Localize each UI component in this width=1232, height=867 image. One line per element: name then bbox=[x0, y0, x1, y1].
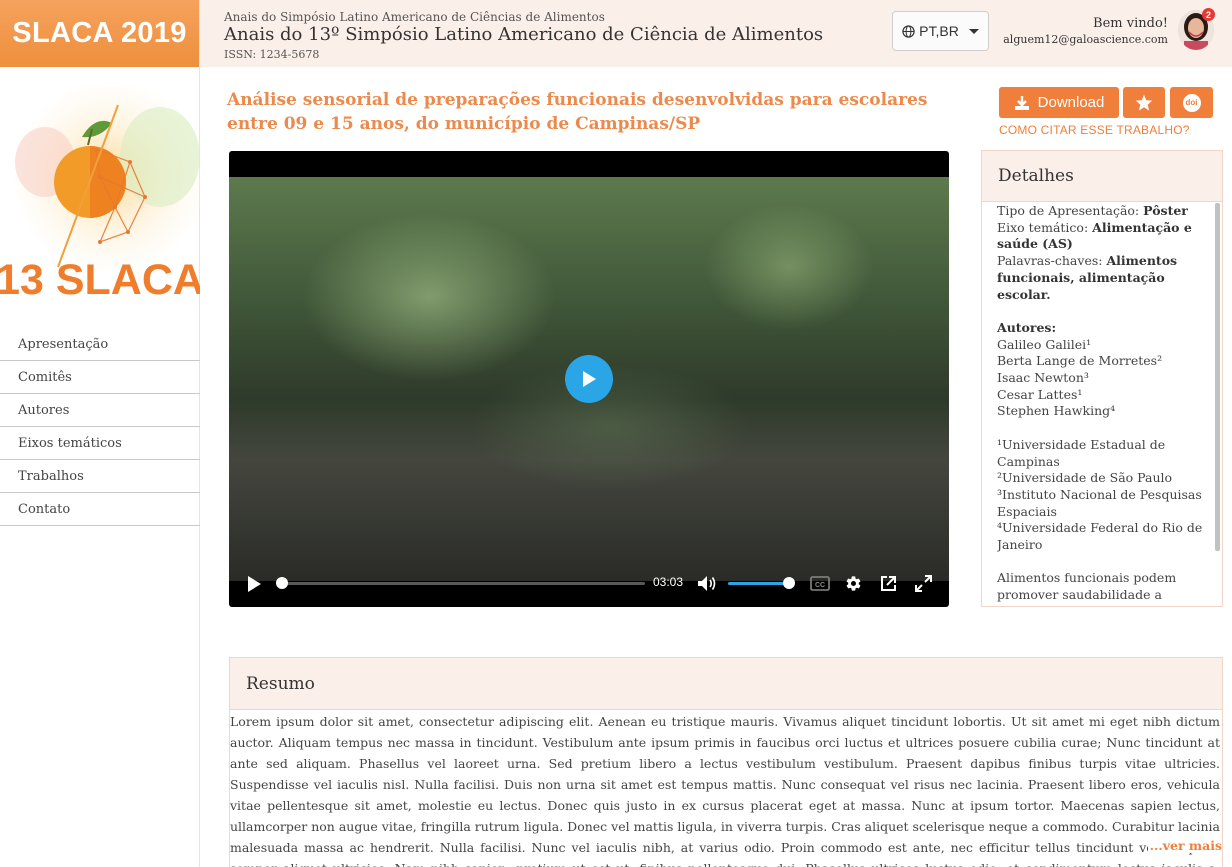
paper-title: Análise sensorial de preparações funcion… bbox=[227, 90, 928, 134]
captions-icon[interactable]: CC bbox=[810, 576, 830, 591]
resumo-panel: Resumo Lorem ipsum dolor sit amet, conse… bbox=[229, 657, 1223, 867]
slaca-logo-graphic: 13 SLACA bbox=[0, 82, 200, 304]
sidebar-item-autores[interactable]: Autores bbox=[0, 394, 200, 427]
brand-title[interactable]: SLACA 2019 bbox=[0, 0, 199, 67]
progress-bar[interactable] bbox=[281, 582, 645, 585]
play-icon[interactable] bbox=[246, 575, 262, 593]
download-label: Download bbox=[1037, 94, 1105, 111]
favorite-button[interactable] bbox=[1123, 87, 1165, 118]
sidebar-item-eixos[interactable]: Eixos temáticos bbox=[0, 427, 200, 460]
presentation-type-label: Tipo de Apresentação: bbox=[997, 203, 1140, 218]
globe-icon bbox=[902, 24, 915, 38]
welcome-text: Bem vindo! bbox=[1093, 16, 1168, 31]
author-item[interactable]: Berta Lange de Morretes² bbox=[997, 353, 1207, 370]
video-player[interactable]: 03:03 CC bbox=[229, 151, 949, 607]
authors-heading: Autores: bbox=[997, 319, 1057, 335]
resumo-title: Resumo bbox=[230, 658, 1222, 710]
keywords-label: Palavras-chaves: bbox=[997, 253, 1103, 269]
issn-label: ISSN: 1234-5678 bbox=[224, 48, 320, 61]
details-panel: Detalhes Tipo de Apresentação: Pôster Ei… bbox=[981, 150, 1223, 607]
sidebar-item-contato[interactable]: Contato bbox=[0, 493, 200, 526]
doi-button[interactable]: doi bbox=[1170, 87, 1213, 118]
details-content: Tipo de Apresentação: Pôster Eixo temáti… bbox=[997, 203, 1207, 606]
progress-handle[interactable] bbox=[276, 577, 288, 589]
chevron-down-icon bbox=[968, 28, 979, 34]
sidebar-item-trabalhos[interactable]: Trabalhos bbox=[0, 460, 200, 493]
cite-link[interactable]: COMO CITAR ESSE TRABALHO? bbox=[999, 123, 1190, 137]
affiliation-item: ¹Universidade Estadual de Campinas bbox=[997, 436, 1166, 469]
author-item[interactable]: Stephen Hawking⁴ bbox=[997, 403, 1207, 420]
time-display: 03:03 bbox=[653, 575, 684, 589]
thematic-axis-label: Eixo temático: bbox=[997, 219, 1089, 235]
read-more-link[interactable]: ...ver mais bbox=[1147, 838, 1222, 853]
fullscreen-icon[interactable] bbox=[915, 575, 932, 592]
download-icon bbox=[1014, 95, 1029, 110]
download-button[interactable]: Download bbox=[999, 87, 1119, 118]
abstract-preview: Alimentos funcionais podem promover saud… bbox=[997, 570, 1177, 606]
notification-badge[interactable]: 2 bbox=[1202, 8, 1215, 21]
sidebar: SLACA 2019 13 SLACA Apresentação Comitês… bbox=[0, 0, 200, 867]
author-item[interactable]: Cesar Lattes¹ bbox=[997, 387, 1207, 404]
author-item[interactable]: Isaac Newton³ bbox=[997, 370, 1207, 387]
page-title: Anais do 13º Simpósio Latino Americano d… bbox=[224, 24, 824, 45]
resumo-text: Lorem ipsum dolor sit amet, consectetur … bbox=[230, 714, 1220, 867]
details-scrollbar[interactable] bbox=[1215, 203, 1220, 551]
sidebar-nav: Apresentação Comitês Autores Eixos temát… bbox=[0, 328, 200, 526]
sidebar-item-apresentacao[interactable]: Apresentação bbox=[0, 328, 200, 361]
event-logo: 13 SLACA bbox=[0, 67, 200, 325]
author-item[interactable]: Galileo Galilei¹ bbox=[997, 337, 1207, 354]
sidebar-item-comites[interactable]: Comitês bbox=[0, 361, 200, 394]
settings-icon[interactable] bbox=[845, 575, 862, 592]
play-button[interactable] bbox=[565, 355, 613, 403]
thematic-axis: Eixo temático: Alimentação e saúde (AS) bbox=[997, 220, 1207, 253]
volume-icon[interactable] bbox=[697, 575, 717, 592]
doi-icon: doi bbox=[1182, 93, 1201, 112]
volume-handle[interactable] bbox=[783, 577, 796, 589]
details-title: Detalhes bbox=[982, 151, 1222, 202]
logo-text: 13 SLACA bbox=[0, 256, 200, 304]
affiliation-item: ²Universidade de São Paulo bbox=[997, 470, 1173, 486]
language-value: PT,BR bbox=[919, 23, 959, 39]
keywords: Palavras-chaves: Alimentos funcionais, a… bbox=[997, 253, 1207, 303]
affiliation-item: ⁴Universidade Federal do Rio de Janeiro bbox=[997, 520, 1203, 553]
play-icon bbox=[583, 371, 596, 387]
svg-text:CC: CC bbox=[815, 582, 825, 589]
presentation-type-value: Pôster bbox=[1143, 203, 1188, 218]
header-subtitle: Anais do Simpósio Latino Americano de Ci… bbox=[224, 10, 605, 24]
affiliation-item: ³Instituto Nacional de Pesquisas Espacia… bbox=[997, 486, 1202, 519]
top-header: Anais do Simpósio Latino Americano de Ci… bbox=[200, 0, 1232, 67]
video-controls: 03:03 CC bbox=[229, 555, 949, 607]
popout-icon[interactable] bbox=[880, 575, 897, 592]
language-select[interactable]: PT,BR bbox=[892, 11, 989, 51]
user-email[interactable]: alguem12@galoascience.com bbox=[1003, 33, 1168, 46]
presentation-type: Tipo de Apresentação: Pôster bbox=[997, 203, 1207, 220]
star-icon bbox=[1135, 94, 1153, 111]
